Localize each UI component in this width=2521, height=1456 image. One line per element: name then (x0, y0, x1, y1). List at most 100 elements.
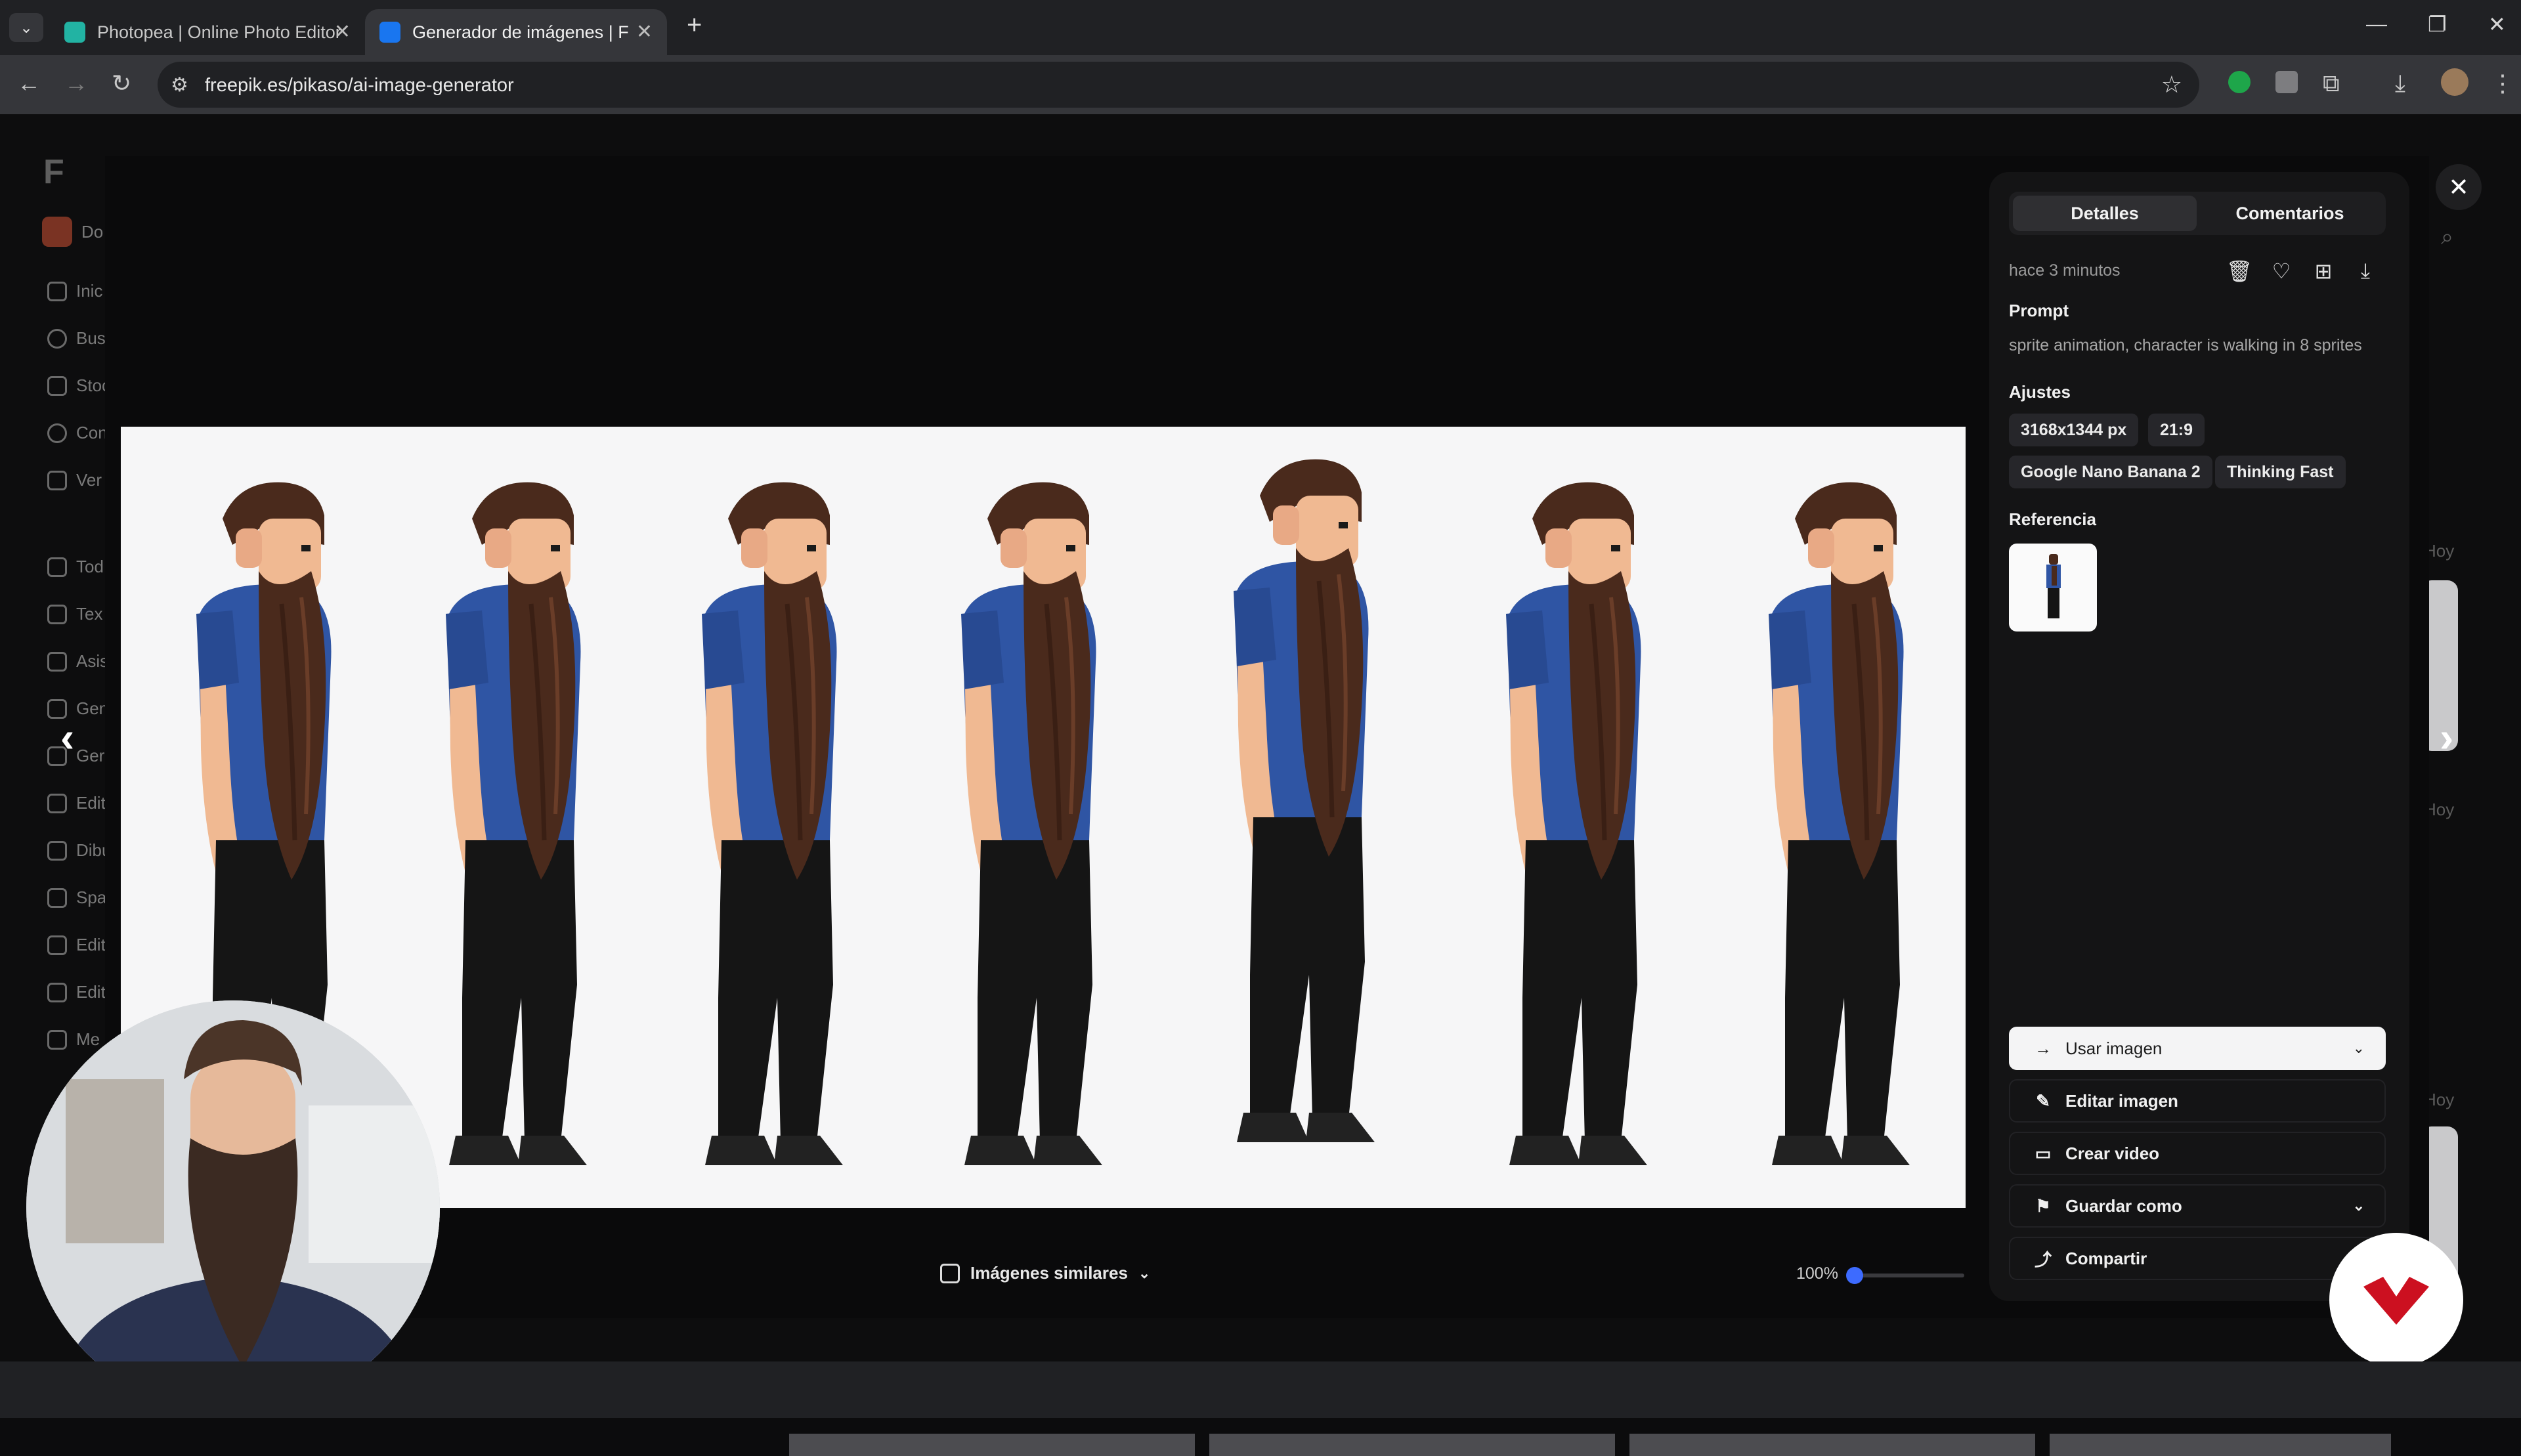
extension-grey-icon[interactable] (2275, 71, 2298, 93)
tab-title: Photopea | Online Photo Editor (97, 22, 341, 42)
chevron-down-icon: ⌄ (2352, 1197, 2365, 1214)
sidebar-item-inicio[interactable]: Inic (47, 281, 102, 301)
reference-figure (2046, 554, 2061, 618)
close-tab-icon[interactable]: ✕ (636, 22, 653, 42)
extensions-puzzle-icon[interactable]: ⧉ (2323, 70, 2340, 98)
sidebar-item-generador[interactable]: Gen (47, 698, 108, 719)
back-icon[interactable]: ← (17, 70, 41, 97)
workspace-name: Do (81, 222, 104, 242)
edit-image-button[interactable]: ✎ Editar imagen (2009, 1079, 2386, 1123)
sidebar-item-buscar[interactable]: Bus (47, 328, 106, 349)
reload-icon[interactable]: ↻ (112, 70, 131, 97)
forward-icon[interactable]: → (64, 70, 88, 97)
close-tab-icon[interactable]: ✕ (334, 22, 351, 42)
downloads-icon[interactable]: ⤓ (2395, 70, 2405, 98)
profile-avatar[interactable] (2441, 68, 2468, 96)
sidebar-item-todas[interactable]: Tod (47, 557, 104, 577)
sprite-frame (702, 482, 843, 1165)
brand-logo-icon (2363, 1277, 2429, 1325)
previous-image-arrow-icon[interactable]: ‹ (60, 713, 74, 761)
url-text[interactable]: freepik.es/pikaso/ai-image-generator (205, 75, 514, 96)
sidebar-item-dibujar[interactable]: Dibu (47, 840, 111, 861)
sidebar-item-stock[interactable]: Stoc (47, 375, 110, 396)
similar-images-button[interactable]: Imágenes similares ⌄ (940, 1263, 1150, 1283)
prompt-text: sprite animation, character is walking i… (2009, 336, 2362, 354)
sprite-frame (1506, 482, 1647, 1165)
chevron-down-icon: ⌄ (2352, 1040, 2365, 1056)
prompt-label: Prompt (2009, 301, 2069, 320)
add-to-folder-icon[interactable]: ⊞ (2311, 259, 2336, 284)
delete-trash-icon[interactable]: 🗑 (2226, 259, 2253, 284)
sidebar-item-editar-2[interactable]: Edit (47, 935, 106, 955)
share-button[interactable]: ⤴ Compartir (2009, 1237, 2386, 1280)
edit-image-icon: ✎ (2036, 1090, 2050, 1111)
close-window-icon[interactable]: ✕ (2488, 12, 2506, 37)
mode-chip: Thinking Fast (2215, 456, 2346, 488)
thumbnail[interactable] (1209, 1434, 1615, 1456)
sidebar-item-editar-3[interactable]: Edit (47, 982, 106, 1002)
address-toolbar: ← → ↻ ⚙ freepik.es/pikaso/ai-image-gener… (0, 55, 2521, 114)
sprite-frame (1769, 482, 1910, 1165)
sidebar-item-spaces[interactable]: Spa (47, 888, 106, 908)
reference-thumbnail[interactable] (2009, 544, 2097, 632)
presenter-video (26, 1000, 440, 1414)
zoom-slider[interactable] (1846, 1267, 1964, 1284)
freepik-logo: F (43, 153, 64, 191)
arrow-right-icon: → (2035, 1038, 2052, 1058)
restore-icon[interactable]: ❐ (2428, 12, 2447, 37)
settings-label: Ajustes (2009, 382, 2071, 402)
bookmark-icon: ⚑ (2035, 1195, 2051, 1216)
thumbnail[interactable] (1629, 1434, 2035, 1456)
share-icon: ⤴ (2034, 1249, 2052, 1270)
bookmark-star-icon[interactable]: ☆ (2161, 71, 2182, 98)
tab-freepik[interactable]: Generador de imágenes | Freep ✕ (365, 9, 667, 55)
sidebar-item-con[interactable]: Con (47, 423, 108, 443)
create-video-button[interactable]: ▭ Crear video (2009, 1132, 2386, 1175)
reference-label: Referencia (2009, 509, 2096, 529)
tab-photopea[interactable]: Photopea | Online Photo Editor ✕ (50, 9, 365, 55)
address-bar[interactable]: ⚙ freepik.es/pikaso/ai-image-generator ☆ (158, 62, 2199, 108)
close-modal-icon[interactable]: ✕ (2436, 164, 2482, 210)
browser-menu-icon[interactable]: ⋮ (2491, 70, 2514, 97)
workspace-avatar[interactable] (42, 217, 72, 247)
sprite-frame (961, 482, 1102, 1165)
zoom-slider-handle[interactable] (1846, 1267, 1863, 1284)
tab-title: Generador de imágenes | Freep (412, 22, 629, 42)
search-icon[interactable]: ⌕ (2441, 225, 2453, 250)
tab-comentarios[interactable]: Comentarios (2198, 196, 2382, 231)
thumbnail[interactable] (789, 1434, 1195, 1456)
thumbnail[interactable] (2050, 1434, 2391, 1456)
sidebar-item-texto[interactable]: Tex (47, 604, 102, 624)
freepik-favicon-icon (379, 22, 400, 43)
sprite-frame (446, 482, 587, 1165)
zoom-level: 100% (1796, 1264, 1838, 1283)
sprite-frame (1234, 460, 1375, 1142)
next-image-arrow-icon[interactable]: › (2440, 713, 2453, 761)
model-chip: Google Nano Banana 2 (2009, 456, 2212, 488)
sidebar-item-asistente[interactable]: Asis (47, 651, 108, 672)
video-icon: ▭ (2035, 1143, 2052, 1163)
sidebar-item-ver[interactable]: Ver (47, 470, 102, 490)
webcam-overlay (26, 1000, 440, 1414)
resolution-chip: 3168x1344 px (2009, 414, 2139, 446)
minimize-icon[interactable]: — (2366, 12, 2387, 36)
brand-badge[interactable] (2329, 1233, 2463, 1367)
details-panel: Detalles Comentarios hace 3 minutos 🗑 ♡ … (1989, 172, 2409, 1301)
photopea-favicon-icon (64, 22, 85, 43)
gallery-icon (940, 1263, 960, 1283)
like-heart-icon[interactable]: ♡ (2269, 259, 2294, 284)
extension-green-icon[interactable] (2228, 71, 2251, 93)
use-image-button[interactable]: → Usar imagen ⌄ (2009, 1027, 2386, 1070)
bottom-bar (0, 1361, 2521, 1418)
new-tab-button[interactable]: + (687, 11, 702, 40)
aspect-ratio-chip: 21:9 (2148, 414, 2205, 446)
sidebar-item-editar[interactable]: Edit (47, 793, 106, 813)
sidebar-item-mejorar[interactable]: Me (47, 1029, 100, 1050)
download-icon[interactable]: ⤓ (2353, 259, 2378, 284)
save-as-button[interactable]: ⚑ Guardar como ⌄ (2009, 1184, 2386, 1228)
site-info-icon[interactable]: ⚙ (171, 74, 188, 96)
timestamp: hace 3 minutos (2009, 261, 2121, 280)
tab-detalles[interactable]: Detalles (2013, 196, 2197, 231)
tab-search-button[interactable]: ⌄ (9, 13, 43, 42)
sidebar-item-generador-2[interactable]: Ger (47, 746, 104, 766)
